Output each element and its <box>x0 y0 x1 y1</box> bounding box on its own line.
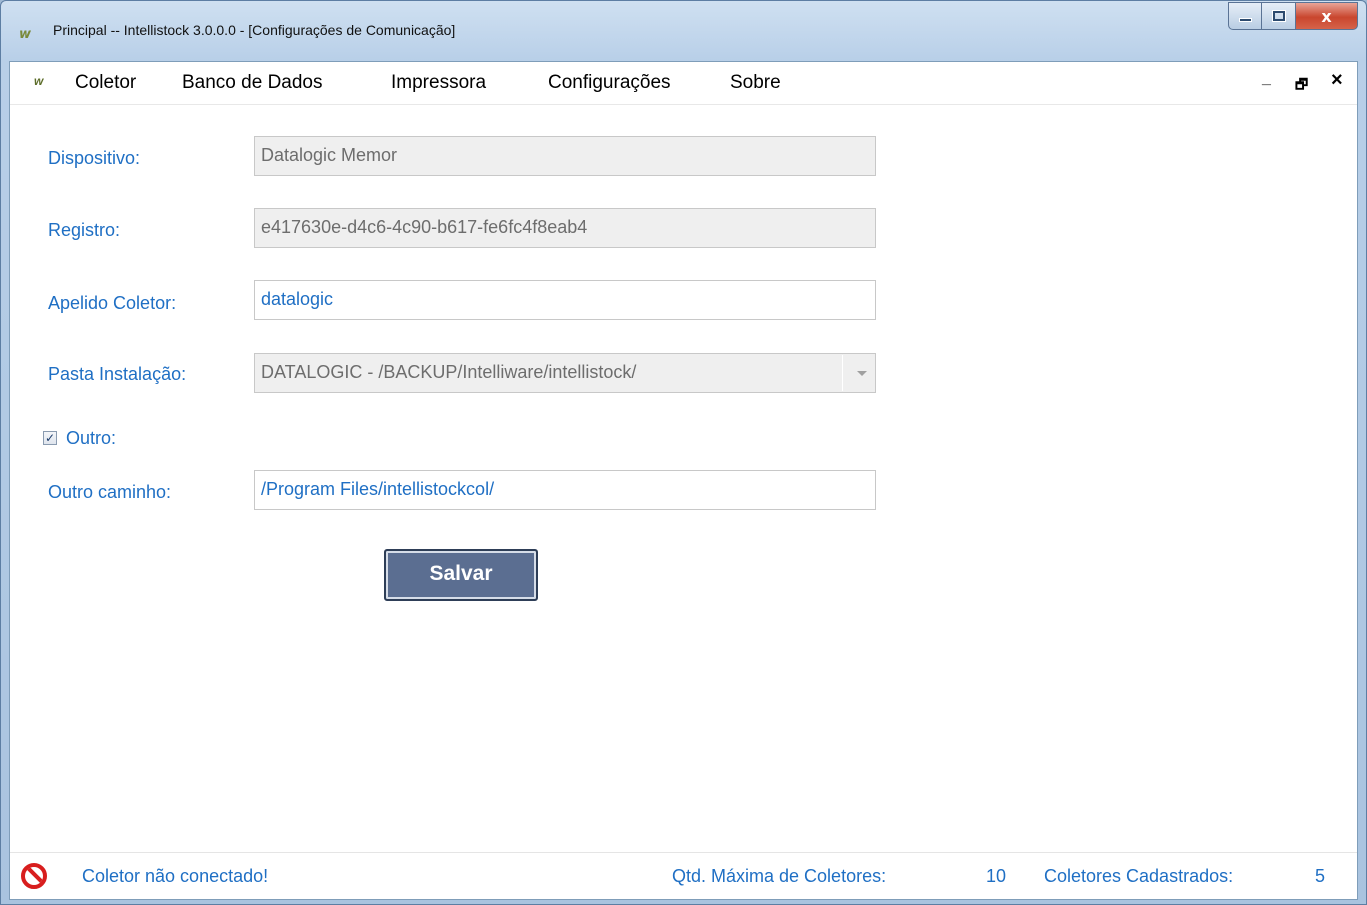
select-separator <box>842 355 843 391</box>
pasta-instalacao-value: DATALOGIC - /BACKUP/Intelliware/intellis… <box>261 362 637 382</box>
window-controls: x <box>1228 2 1358 30</box>
maximize-button[interactable] <box>1262 2 1296 30</box>
app-logo-icon: w <box>19 27 32 42</box>
connection-status: Coletor não conectado! <box>82 866 269 886</box>
mdi-minimize-button[interactable]: _ <box>1262 70 1271 88</box>
menu-coletor[interactable]: Coletor <box>75 72 136 94</box>
dispositivo-label: Dispositivo: <box>48 148 141 168</box>
apelido-coletor-input[interactable]: datalogic <box>254 280 876 320</box>
close-button[interactable]: x <box>1296 2 1358 30</box>
save-button[interactable]: Salvar <box>384 549 538 601</box>
window-title: Principal -- Intellistock 3.0.0.0 - [Con… <box>53 22 456 38</box>
registered-collectors-value: 5 <box>1315 866 1326 886</box>
max-collectors-label: Qtd. Máxima de Coletores: <box>672 866 887 886</box>
chevron-down-icon[interactable] <box>857 371 867 376</box>
menu-configuracoes[interactable]: Configurações <box>548 72 671 94</box>
menu-banco-de-dados[interactable]: Banco de Dados <box>182 72 323 94</box>
minimize-button[interactable] <box>1228 2 1262 30</box>
mdi-close-button[interactable]: × <box>1331 69 1343 92</box>
registered-collectors-label: Coletores Cadastrados: <box>1044 866 1234 886</box>
registro-label: Registro: <box>48 220 121 240</box>
pasta-instalacao-label: Pasta Instalação: <box>48 364 187 384</box>
app-window: w Principal -- Intellistock 3.0.0.0 - [C… <box>0 0 1367 905</box>
pasta-instalacao-select[interactable]: DATALOGIC - /BACKUP/Intelliware/intellis… <box>254 353 876 393</box>
menu-impressora[interactable]: Impressora <box>391 72 486 94</box>
status-bar: Coletor não conectado! Qtd. Máxima de Co… <box>10 852 1357 899</box>
menu-bar: w Coletor Banco de Dados Impressora Conf… <box>10 62 1357 105</box>
registro-field[interactable]: e417630e-d4c6-4c90-b617-fe6fc4f8eab4 <box>254 208 876 248</box>
outro-checkbox[interactable]: ✓ <box>43 431 57 445</box>
apelido-coletor-label: Apelido Coletor: <box>48 293 177 313</box>
menu-sobre[interactable]: Sobre <box>730 72 781 94</box>
outro-caminho-label: Outro caminho: <box>48 482 172 502</box>
no-entry-icon <box>21 863 47 889</box>
outro-label[interactable]: Outro: <box>66 428 116 449</box>
outro-caminho-input[interactable]: /Program Files/intellistockcol/ <box>254 470 876 510</box>
mdi-child-window: w Coletor Banco de Dados Impressora Conf… <box>9 61 1358 900</box>
title-bar[interactable]: w Principal -- Intellistock 3.0.0.0 - [C… <box>1 1 1366 61</box>
minimize-icon <box>1238 18 1252 22</box>
close-icon: x <box>1321 6 1332 26</box>
max-collectors-value: 10 <box>986 866 1007 886</box>
mdi-restore-button[interactable]: 🗗 <box>1295 74 1308 98</box>
maximize-icon <box>1271 10 1286 22</box>
mdi-logo-icon: w <box>34 74 44 88</box>
dispositivo-field[interactable]: Datalogic Memor <box>254 136 876 176</box>
